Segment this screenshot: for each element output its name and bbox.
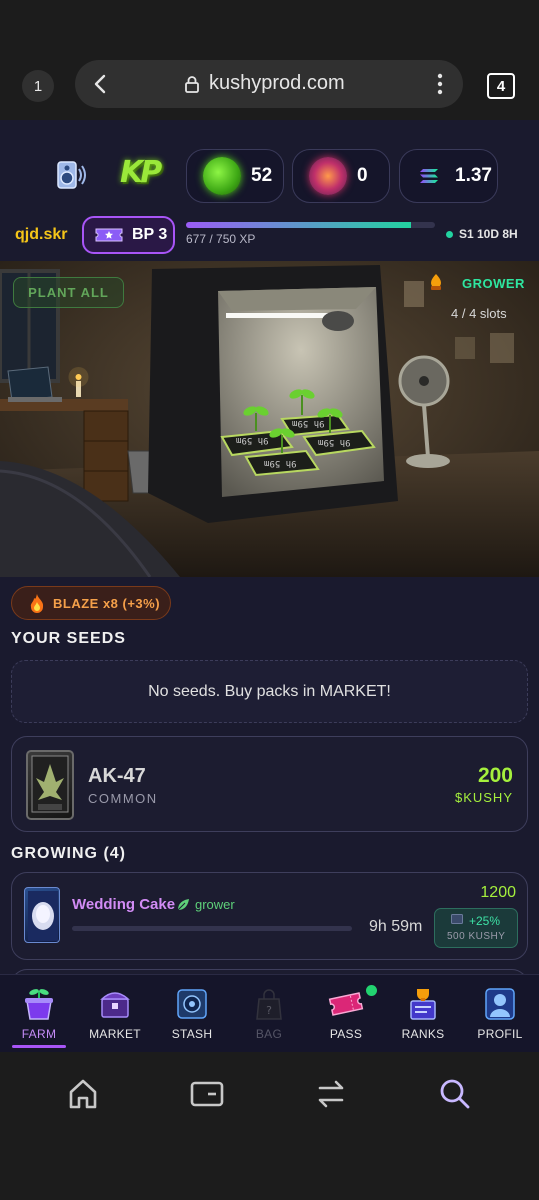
xp-text: 677 / 750 XP	[186, 232, 256, 246]
kp-balance-pill[interactable]: 52	[186, 149, 284, 203]
grow-progress-bar	[72, 926, 352, 931]
pot-timer: 9h 59m	[318, 437, 351, 447]
kp-coin-icon	[203, 157, 241, 195]
xp-progress-fill	[186, 222, 411, 228]
vault-icon	[177, 989, 207, 1019]
bonus-badge: +25% 500 KUSHY	[434, 908, 518, 948]
sol-balance-pill[interactable]: 1.37	[399, 149, 498, 203]
tab-switcher-badge[interactable]: 1	[22, 70, 54, 102]
username[interactable]: qjd.skr	[15, 226, 67, 244]
address-bar[interactable]: kushyprod.com	[75, 60, 463, 108]
chip-balance: 0	[357, 165, 368, 186]
plant-all-button[interactable]: PLANT ALL	[13, 277, 124, 308]
xp-progress-bar	[186, 222, 435, 228]
more-options-icon[interactable]	[430, 72, 450, 96]
url-text: kushyprod.com	[209, 72, 345, 94]
seed-offer-card[interactable]: AK-47 COMMON 200 $KUSHY	[11, 736, 528, 832]
nav-farm[interactable]: FARM	[4, 975, 74, 1052]
plant-pot-icon	[25, 989, 53, 1020]
harvest-value: 1200	[480, 884, 516, 901]
nav-label: BAG	[255, 1027, 283, 1041]
pot-timer: 9h 59m	[236, 435, 269, 445]
bonus-icon	[451, 914, 463, 924]
strain-type-label: grower	[195, 897, 235, 912]
nav-bag[interactable]: ? BAG	[234, 975, 304, 1052]
strain-type: grower	[176, 897, 235, 912]
blaze-streak-badge[interactable]: BLAZE x8 (+3%)	[11, 586, 171, 620]
sol-balance: 1.37	[455, 165, 492, 186]
slots-label: 4 / 4 slots	[451, 306, 507, 321]
nav-profil[interactable]: PROFIL	[465, 975, 535, 1052]
nav-label: PROFIL	[477, 1027, 523, 1041]
back-icon[interactable]	[89, 72, 113, 96]
nav-label: STASH	[171, 1027, 213, 1041]
speaker-icon[interactable]	[52, 158, 88, 192]
ticket-icon	[328, 992, 364, 1016]
chip-coin-icon	[309, 157, 347, 195]
battle-pass-badge[interactable]: BP 3	[82, 216, 175, 254]
bonus-kushy: 500 KUSHY	[447, 931, 506, 942]
seeds-section-title: YOUR SEEDS	[11, 630, 126, 647]
svg-text:?: ?	[266, 1004, 272, 1017]
nav-stash[interactable]: STASH	[157, 975, 227, 1052]
bag-icon: ?	[256, 989, 282, 1020]
strain-name: Wedding Cake	[72, 896, 176, 913]
status-bar	[0, 0, 539, 48]
battle-pass-level: BP 3	[132, 226, 168, 243]
leaf-icon	[177, 898, 189, 910]
growing-section-title: GROWING (4)	[11, 845, 126, 862]
strain-card-image	[24, 887, 60, 943]
kp-balance: 52	[251, 165, 273, 186]
grow-room-scene[interactable]: 9h 59m 9h 59m 9h 59m 9h 59m PLANT ALL GR…	[0, 261, 539, 577]
flame-icon	[30, 594, 44, 613]
chest-icon	[100, 992, 130, 1018]
lock-icon	[185, 76, 199, 93]
nav-label: RANKS	[401, 1027, 445, 1041]
offer-price: 200	[477, 764, 513, 787]
nav-label: FARM	[21, 1027, 57, 1041]
active-tab-indicator	[12, 1045, 66, 1048]
bottom-navigation: FARM MARKET STASH ? BAG PASS RANKS PROFI…	[0, 974, 539, 1052]
seeds-empty-state: No seeds. Buy packs in MARKET!	[11, 660, 528, 723]
nav-market[interactable]: MARKET	[80, 975, 150, 1052]
solana-icon	[420, 169, 438, 183]
nav-label: MARKET	[89, 1027, 141, 1041]
blaze-label: BLAZE x8 (+3%)	[53, 595, 161, 611]
switch-icon[interactable]	[314, 1077, 348, 1111]
ticket-icon	[95, 228, 123, 242]
offer-rarity: COMMON	[88, 791, 158, 806]
search-icon[interactable]	[438, 1077, 472, 1111]
pot-timer: 9h 59m	[264, 458, 297, 468]
bonus-percent: +25%	[469, 914, 501, 928]
role-label: GROWER	[462, 276, 525, 291]
nav-ranks[interactable]: RANKS	[388, 975, 458, 1052]
wallet-icon[interactable]	[190, 1077, 224, 1111]
offer-strain-name: AK-47	[88, 765, 146, 787]
strain-card-image	[26, 750, 74, 820]
system-navigation-bar	[0, 1052, 539, 1200]
nav-label: PASS	[329, 1027, 363, 1041]
trophy-icon	[410, 989, 436, 1020]
kp-logo: KP	[120, 155, 162, 190]
notification-dot	[366, 985, 377, 996]
browser-toolbar: 1 kushyprod.com 4	[0, 48, 539, 120]
growing-list-item[interactable]: Wedding Cake grower 9h 59m 1200 +25% 500…	[11, 872, 528, 960]
chip-balance-pill[interactable]: 0	[292, 149, 390, 203]
game-app: KP 52 0 1.37 qjd.skr BP 3 677 / 750 XP S…	[0, 120, 539, 1052]
profile-icon	[485, 988, 515, 1020]
tabs-count-button[interactable]: 4	[487, 73, 515, 99]
grower-role-icon	[431, 274, 441, 290]
pot-timer: 9h 59m	[292, 418, 325, 428]
season-label: S1 10D 8H	[459, 227, 518, 241]
grow-timer: 9h 59m	[369, 918, 423, 935]
season-timer: S1 10D 8H	[446, 227, 518, 241]
live-dot-icon	[446, 230, 453, 238]
home-icon[interactable]	[66, 1077, 100, 1111]
offer-currency: $KUSHY	[454, 790, 513, 805]
